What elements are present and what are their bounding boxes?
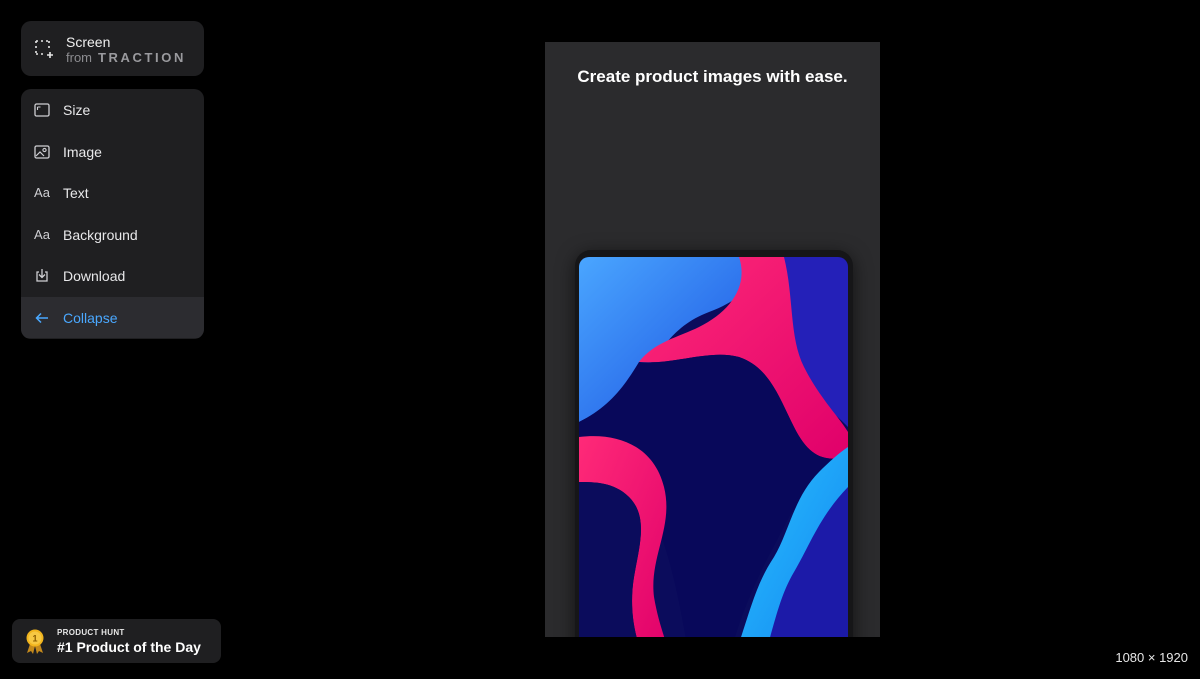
canvas-headline[interactable]: Create product images with ease. (565, 67, 860, 87)
menu-item-label: Size (63, 101, 91, 118)
brand-card[interactable]: Screen from TRACTION (21, 21, 204, 76)
menu-item-download[interactable]: Download (21, 255, 204, 296)
menu-item-label: Background (63, 226, 138, 243)
sidebar-menu: Size Image Aa Text Aa Background Downloa… (21, 89, 204, 339)
screen-capture-icon (35, 40, 53, 58)
arrow-left-icon (34, 310, 50, 326)
medal-icon: 1 (26, 629, 44, 654)
medal-number: 1 (32, 634, 37, 644)
product-hunt-badge[interactable]: 1 PRODUCT HUNT #1 Product of the Day (12, 619, 221, 663)
text-aa-icon: Aa (34, 227, 50, 242)
brand-subtitle: from TRACTION (66, 50, 186, 65)
menu-item-background[interactable]: Aa Background (21, 214, 204, 255)
menu-item-label: Download (63, 267, 126, 284)
canvas-dimensions: 1080 × 1920 (1115, 650, 1188, 665)
menu-item-text[interactable]: Aa Text (21, 172, 204, 213)
download-icon (34, 268, 50, 284)
badge-main-label: #1 Product of the Day (57, 639, 201, 655)
menu-item-label: Text (63, 184, 89, 201)
brand-from: from (66, 50, 92, 65)
frame-icon (34, 102, 50, 118)
menu-item-label: Image (63, 143, 102, 160)
preview-canvas[interactable]: Create product images with ease. (545, 42, 880, 637)
image-icon (34, 144, 50, 160)
menu-item-label: Collapse (63, 309, 118, 326)
device-screen-image (579, 257, 848, 637)
badge-top-label: PRODUCT HUNT (57, 628, 125, 637)
brand-company: TRACTION (98, 50, 186, 65)
brand-title: Screen (66, 34, 111, 50)
device-frame[interactable] (575, 250, 853, 637)
menu-item-size[interactable]: Size (21, 89, 204, 130)
menu-item-collapse[interactable]: Collapse (21, 297, 204, 338)
text-aa-icon: Aa (34, 185, 50, 200)
menu-item-image[interactable]: Image (21, 131, 204, 172)
